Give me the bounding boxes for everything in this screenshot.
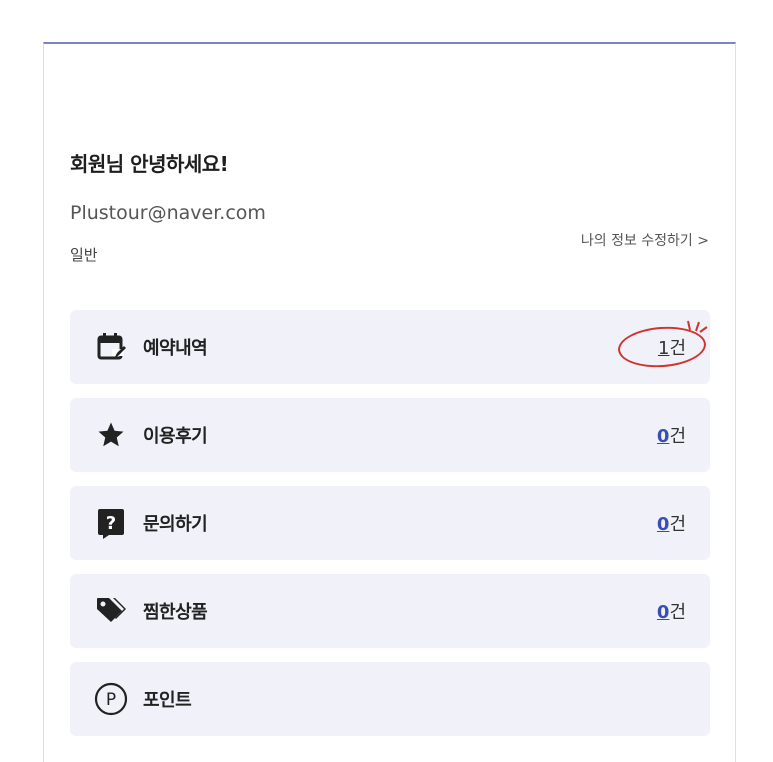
star-icon: [94, 418, 128, 452]
count-number: 0: [656, 426, 670, 447]
count-unit: 건: [669, 514, 686, 535]
count-unit: 건: [669, 426, 686, 447]
menu-item-reservations[interactable]: 예약내역 1건: [70, 310, 710, 384]
reservation-count[interactable]: 1건: [658, 334, 686, 360]
menu-item-label: 찜한상품: [143, 602, 208, 623]
point-icon: P: [94, 682, 128, 716]
calendar-edit-icon: [94, 330, 128, 364]
menu-item-wishlist[interactable]: 찜한상품 0건: [70, 574, 710, 648]
count-number: 0: [656, 514, 670, 535]
menu-item-reviews[interactable]: 이용후기 0건: [70, 398, 710, 472]
inquiry-count[interactable]: 0건: [657, 510, 686, 536]
count-unit: 건: [669, 338, 686, 359]
question-icon: ?: [94, 506, 128, 540]
greeting-title: 회원님 안녕하세요!: [70, 152, 229, 176]
menu-item-inquiries[interactable]: ? 문의하기 0건: [70, 486, 710, 560]
wishlist-count[interactable]: 0건: [657, 598, 686, 624]
edit-profile-link[interactable]: 나의 정보 수정하기 >: [581, 230, 709, 250]
svg-text:?: ?: [106, 513, 116, 534]
svg-text:P: P: [106, 690, 116, 710]
count-unit: 건: [669, 602, 686, 623]
member-grade: 일반: [70, 246, 98, 264]
review-count[interactable]: 0건: [657, 422, 686, 448]
mypage-panel: 회원님 안녕하세요! Plustour@naver.com 일반 나의 정보 수…: [43, 42, 736, 762]
menu-item-label: 포인트: [143, 690, 192, 711]
count-number: 0: [656, 602, 670, 623]
count-number: 1: [657, 338, 670, 359]
tag-icon: [94, 594, 128, 628]
menu-item-label: 문의하기: [143, 514, 208, 535]
user-email: Plustour@naver.com: [70, 202, 266, 224]
annotation-marks: [686, 318, 708, 338]
menu-item-points[interactable]: P 포인트: [70, 662, 710, 736]
menu-item-label: 이용후기: [143, 426, 208, 447]
mypage-menu: 예약내역 1건 이용후기 0건 ? 문의하기 0건 찜한상품 0건 P 포인트: [70, 310, 710, 750]
menu-item-label: 예약내역: [143, 338, 208, 359]
